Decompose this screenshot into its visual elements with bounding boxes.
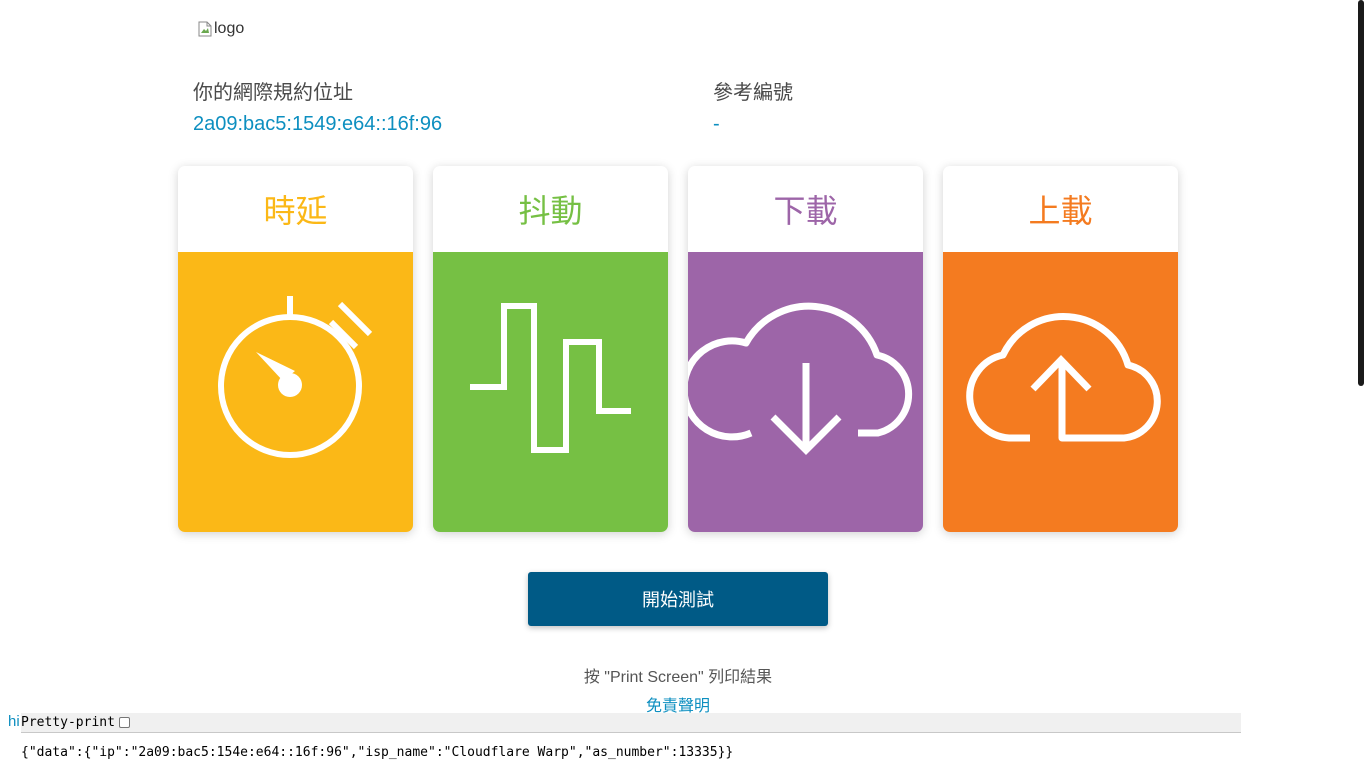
ip-address-value: 2a09:bac5:1549:e64::16f:96 (193, 113, 443, 135)
reference-number-label: 參考編號 (713, 82, 793, 104)
upload-card: 上載 (943, 166, 1178, 532)
download-card: 下載 (688, 166, 923, 532)
hi-link[interactable]: hi (8, 713, 20, 730)
jitter-wave-icon (433, 252, 668, 532)
latency-card: 時延 (178, 166, 413, 532)
metric-cards: 時延 抖動 下載 上載 (178, 166, 1178, 532)
vertical-scrollbar[interactable] (1358, 0, 1364, 386)
reference-number-block: 參考編號 - (713, 80, 793, 137)
jitter-card-body (433, 252, 668, 532)
ip-address-label: 你的網際規約位址 (193, 82, 353, 104)
start-test-button[interactable]: 開始測試 (528, 572, 828, 626)
latency-card-body (178, 252, 413, 532)
upload-card-body (943, 252, 1178, 532)
cloud-upload-icon (943, 252, 1178, 532)
ip-address-block: 你的網際規約位址 2a09:bac5:1549:e64::16f:96 (193, 80, 442, 137)
stopwatch-icon (178, 252, 413, 532)
json-response-text: {"data":{"ip":"2a09:bac5:154e:e64::16f:9… (21, 745, 734, 760)
cloud-download-icon (688, 252, 923, 532)
reference-number-value: - (713, 113, 720, 135)
pretty-print-bar: Pretty-print (21, 713, 1241, 733)
jitter-title: 抖動 (518, 193, 583, 229)
page: logo 你的網際規約位址 2a09:bac5:1549:e64::16f:96… (0, 0, 1366, 768)
logo: logo (198, 20, 244, 38)
upload-title: 上載 (1028, 193, 1093, 229)
jitter-card: 抖動 (433, 166, 668, 532)
download-title: 下載 (773, 193, 838, 229)
pretty-print-label: Pretty-print (21, 715, 115, 730)
logo-alt-text: logo (214, 20, 245, 37)
latency-title: 時延 (263, 193, 328, 229)
download-card-body (688, 252, 923, 532)
print-hint-text: 按 "Print Screen" 列印結果 (583, 669, 773, 686)
broken-image-icon (198, 21, 212, 37)
pretty-print-checkbox[interactable] (118, 717, 130, 728)
